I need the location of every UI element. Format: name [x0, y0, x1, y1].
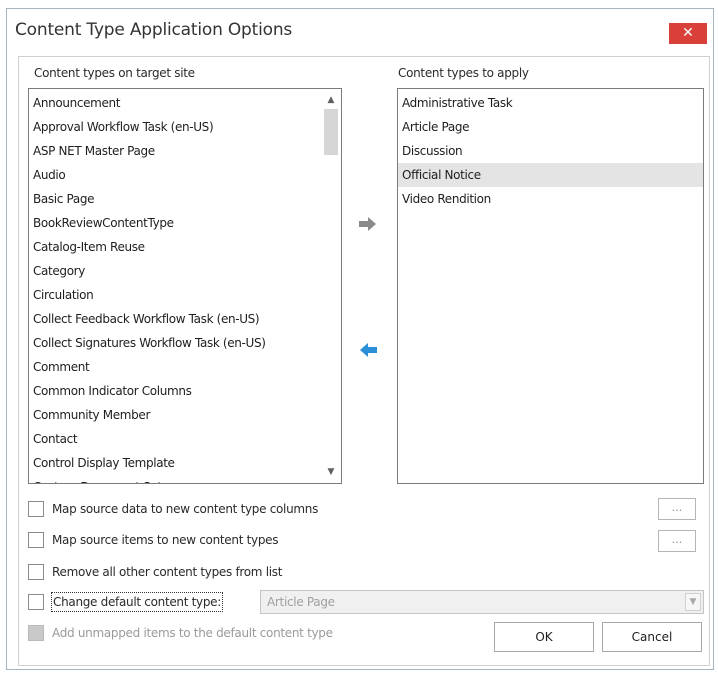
list-item[interactable]: Approval Workflow Task (en-US): [29, 115, 341, 139]
list-item[interactable]: Article Page: [398, 115, 703, 139]
arrow-left-icon[interactable]: [356, 340, 380, 360]
map-items-option[interactable]: Map source items to new content types: [28, 531, 318, 549]
list-item[interactable]: Category: [29, 259, 341, 283]
list-item[interactable]: Collect Feedback Workflow Task (en-US): [29, 307, 341, 331]
list-item[interactable]: Catalog-Item Reuse: [29, 235, 341, 259]
chevron-down-icon[interactable]: ▼: [685, 593, 701, 611]
source-list-scrollbar[interactable]: ▲ ▼: [321, 89, 341, 483]
dialog-title: Content Type Application Options: [15, 20, 293, 40]
remove-others-checkbox[interactable]: [28, 564, 44, 580]
list-item[interactable]: BookReviewContentType: [29, 211, 341, 235]
list-item[interactable]: Video Rendition: [398, 187, 703, 211]
close-button[interactable]: ✕: [669, 23, 707, 44]
list-item[interactable]: Custom Document Set: [29, 475, 341, 483]
change-default-label: Change default content type:: [50, 592, 224, 612]
add-unmapped-checkbox[interactable]: [28, 625, 44, 641]
list-item[interactable]: Community Member: [29, 403, 341, 427]
cancel-button[interactable]: Cancel: [602, 622, 702, 652]
target-items-container: Administrative Task Article Page Discussio…: [398, 89, 703, 211]
scroll-thumb[interactable]: [324, 109, 338, 155]
source-content-types-list[interactable]: Announcement Approval Workflow Task (en-U…: [28, 88, 342, 484]
change-default-option[interactable]: Change default content type:: [28, 592, 252, 612]
list-item[interactable]: Contact: [29, 427, 341, 451]
map-columns-checkbox[interactable]: [28, 501, 44, 517]
remove-arrow-svg: [360, 343, 377, 357]
target-list-label: Content types to apply: [398, 66, 529, 80]
map-columns-option[interactable]: Map source data to new content type colu…: [28, 500, 358, 518]
default-content-type-value: Article Page: [267, 595, 335, 609]
add-arrow-svg: [359, 217, 376, 231]
add-unmapped-option[interactable]: Add unmapped items to the default conten…: [28, 624, 368, 642]
map-columns-label: Map source data to new content type colu…: [52, 502, 319, 516]
list-item[interactable]: Audio: [29, 163, 341, 187]
remove-others-label: Remove all other content types from list: [52, 565, 283, 579]
map-items-checkbox[interactable]: [28, 532, 44, 548]
list-item[interactable]: Announcement: [29, 91, 341, 115]
list-item[interactable]: Circulation: [29, 283, 341, 307]
list-item[interactable]: ASP NET Master Page: [29, 139, 341, 163]
default-content-type-select[interactable]: Article Page ▼: [260, 590, 704, 614]
remove-others-option[interactable]: Remove all other content types from list: [28, 563, 328, 581]
ok-button[interactable]: OK: [494, 622, 594, 652]
list-item[interactable]: Common Indicator Columns: [29, 379, 341, 403]
source-list-label: Content types on target site: [34, 66, 195, 80]
list-item[interactable]: Discussion: [398, 139, 703, 163]
list-item[interactable]: Basic Page: [29, 187, 341, 211]
scroll-up-icon[interactable]: ▲: [321, 91, 341, 109]
scroll-down-icon[interactable]: ▼: [321, 463, 341, 481]
add-unmapped-label: Add unmapped items to the default conten…: [52, 626, 333, 640]
list-item[interactable]: Administrative Task: [398, 91, 703, 115]
list-item[interactable]: Official Notice: [398, 163, 703, 187]
map-items-label: Map source items to new content types: [52, 533, 279, 547]
list-item[interactable]: Control Display Template: [29, 451, 341, 475]
map-items-browse-button[interactable]: ...: [658, 530, 696, 552]
apply-content-types-list[interactable]: Administrative Task Article Page Discussio…: [397, 88, 704, 484]
title-bar[interactable]: Content Type Application Options ✕: [7, 9, 713, 51]
source-items-container: Announcement Approval Workflow Task (en-U…: [29, 89, 341, 483]
list-item[interactable]: Collect Signatures Workflow Task (en-US): [29, 331, 341, 355]
arrow-right-icon[interactable]: [356, 214, 380, 234]
list-item[interactable]: Comment: [29, 355, 341, 379]
change-default-checkbox[interactable]: [28, 594, 44, 610]
map-columns-browse-button[interactable]: ...: [658, 498, 696, 520]
